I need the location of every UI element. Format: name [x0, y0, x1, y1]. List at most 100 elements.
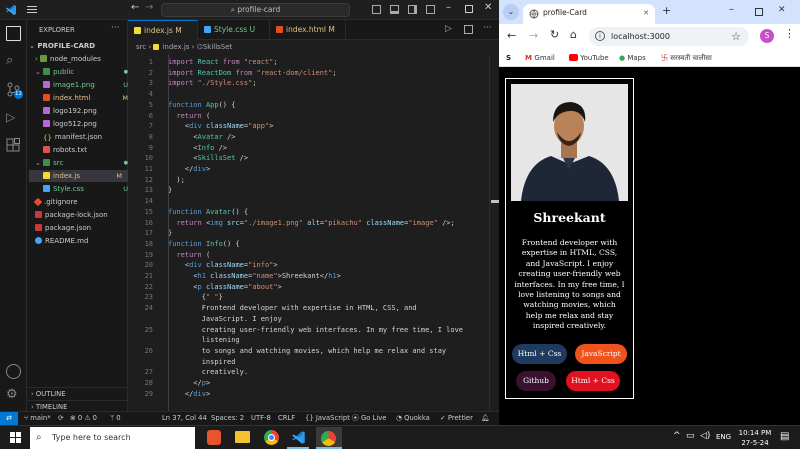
skill-pill: Html + Css: [512, 344, 567, 364]
chrome-active-taskbar-icon[interactable]: [316, 427, 342, 449]
code-line: </p>: [168, 379, 211, 387]
tree-item-package-lock[interactable]: package-lock.json: [35, 209, 134, 221]
breadcrumb-file[interactable]: index.js: [162, 43, 189, 51]
site-info-icon[interactable]: i: [595, 31, 605, 41]
sync-icon[interactable]: ⟳: [58, 412, 64, 425]
home-icon[interactable]: ⌂: [570, 28, 577, 41]
explorer-files-icon[interactable]: [6, 26, 21, 41]
tree-item-src[interactable]: ⌄ src ●: [35, 157, 134, 169]
line-ending[interactable]: CRLF: [278, 412, 295, 425]
explorer-title: EXPLORER: [39, 26, 75, 34]
prettier-button[interactable]: ✓ Prettier: [440, 412, 473, 425]
clock[interactable]: 10:14 PM 27-5-24: [736, 428, 774, 448]
encoding[interactable]: UTF-8: [251, 412, 271, 425]
notification-center-icon[interactable]: ▤: [780, 431, 789, 442]
minimize-icon[interactable]: –: [729, 4, 734, 15]
globe-icon: [529, 9, 539, 19]
remote-indicator-icon[interactable]: ⇄: [0, 412, 18, 425]
settings-gear-icon[interactable]: ⚙: [6, 388, 21, 403]
tab-index-html[interactable]: index.html M: [270, 20, 346, 40]
close-icon[interactable]: ✕: [778, 5, 786, 15]
tab-search-icon[interactable]: ⌄: [503, 4, 519, 20]
menu-icon[interactable]: [27, 4, 37, 14]
maximize-icon[interactable]: [465, 5, 473, 13]
notifications-bell-icon[interactable]: 🔔︎: [481, 412, 490, 425]
go-live-button[interactable]: ⦿ Go Live: [352, 412, 386, 425]
bookmark-chalisa[interactable]: 卐 सरस्वती चालीसा: [661, 49, 712, 67]
source-control-badge: 12: [14, 90, 23, 99]
more-actions-icon[interactable]: ···: [111, 23, 120, 33]
run-debug-icon[interactable]: ▷: [6, 110, 21, 125]
editor-scrollbar[interactable]: [489, 54, 499, 411]
tab-close-icon[interactable]: ✕: [643, 4, 649, 22]
line-number: 24: [144, 304, 153, 313]
maximize-icon[interactable]: [755, 8, 763, 16]
split-editor-icon[interactable]: [464, 25, 473, 34]
apps-icon[interactable]: S: [506, 49, 511, 67]
more-actions-icon[interactable]: ···: [483, 23, 492, 33]
tree-item-index-js[interactable]: index.js M: [29, 170, 128, 182]
tray-chevron-icon[interactable]: ^: [673, 431, 681, 441]
browser-tab[interactable]: profile-Card ✕: [523, 4, 655, 24]
address-bar[interactable]: i localhost:3000 ☆: [589, 27, 749, 46]
forward-arrow-icon[interactable]: →: [529, 29, 538, 42]
new-tab-icon[interactable]: +: [662, 4, 671, 17]
forward-arrow-icon[interactable]: →: [145, 2, 153, 13]
bookmark-star-icon[interactable]: ☆: [731, 27, 741, 46]
tab-style-css[interactable]: Style.css U: [198, 20, 270, 40]
bookmark-maps[interactable]: ● Maps: [619, 49, 646, 67]
source-control-icon[interactable]: 12: [6, 82, 23, 99]
customize-layout-icon[interactable]: [426, 5, 435, 14]
tree-item-node-modules[interactable]: › node_modules: [35, 53, 134, 65]
layout-sidebar-icon[interactable]: [372, 5, 381, 14]
reload-icon[interactable]: ↻: [550, 28, 559, 41]
extensions-icon[interactable]: [6, 138, 21, 153]
tab-index-js[interactable]: index.js M: [128, 20, 198, 40]
back-arrow-icon[interactable]: ←: [131, 2, 139, 13]
code-line: listening: [168, 336, 240, 345]
windows-start-icon[interactable]: [10, 432, 22, 444]
language-indicator[interactable]: ENG: [716, 433, 731, 441]
tree-item-public[interactable]: ⌄ public ●: [35, 66, 134, 78]
command-center-search[interactable]: ⌕ profile-card: [161, 3, 350, 17]
breadcrumb-symbol[interactable]: SkillsSet: [203, 43, 232, 51]
code-line: <p className="about">: [168, 282, 282, 291]
profile-avatar[interactable]: S: [760, 29, 774, 43]
taskbar-search-box[interactable]: ⌕ Type here to search: [30, 427, 195, 449]
tree-item-gitignore[interactable]: .gitignore: [33, 196, 134, 208]
minimize-icon[interactable]: –: [446, 2, 451, 13]
language-mode[interactable]: {} JavaScript: [305, 412, 350, 425]
tree-item-readme[interactable]: README.md: [35, 235, 134, 247]
bookmark-gmail[interactable]: M Gmail: [525, 49, 555, 67]
git-branch[interactable]: ⑂ main*: [24, 412, 51, 425]
ports-indicator[interactable]: ᛘ 0: [110, 412, 121, 425]
cursor-position[interactable]: Ln 37, Col 44: [162, 412, 207, 425]
chrome-menu-icon[interactable]: ⋮: [784, 27, 795, 40]
run-icon[interactable]: ▷: [445, 24, 452, 34]
layout-panel-icon[interactable]: [390, 5, 399, 14]
back-arrow-icon[interactable]: ←: [507, 29, 516, 42]
tree-item-package-json[interactable]: package.json: [35, 222, 134, 234]
outline-section[interactable]: › OUTLINE: [27, 387, 127, 399]
line-number: 15: [144, 207, 153, 216]
account-icon[interactable]: [6, 364, 21, 379]
explorer-root[interactable]: ⌄ PROFILE-CARD: [29, 40, 128, 52]
volume-icon[interactable]: ◁): [700, 431, 710, 441]
vscode-logo-icon: [6, 5, 16, 15]
close-icon[interactable]: ✕: [484, 2, 492, 13]
network-icon[interactable]: ▭: [686, 431, 695, 441]
quokka-button[interactable]: ◔ Quokka: [396, 412, 430, 425]
layout-secondary-icon[interactable]: [408, 5, 417, 14]
code-editor[interactable]: 1 import React from "react"; 2 import React…: [128, 54, 499, 411]
problems-indicator[interactable]: ⊗ 0 ⚠ 0: [70, 412, 97, 425]
breadcrumb-src[interactable]: src: [136, 43, 146, 51]
search-activity-icon[interactable]: ⌕: [6, 54, 21, 69]
vscode-taskbar-icon[interactable]: [291, 430, 306, 445]
indentation[interactable]: Spaces: 2: [211, 412, 244, 425]
chrome-icon[interactable]: [264, 430, 279, 445]
bookmark-youtube[interactable]: YouTube: [569, 49, 609, 67]
indent-guide: [168, 54, 169, 411]
file-explorer-icon[interactable]: [235, 431, 250, 443]
brave-browser-icon[interactable]: [207, 430, 221, 445]
status-bar: ⇄ ⑂ main* ⟳ ⊗ 0 ⚠ 0 ᛘ 0 Ln 37, Col 44 Sp…: [0, 411, 499, 425]
